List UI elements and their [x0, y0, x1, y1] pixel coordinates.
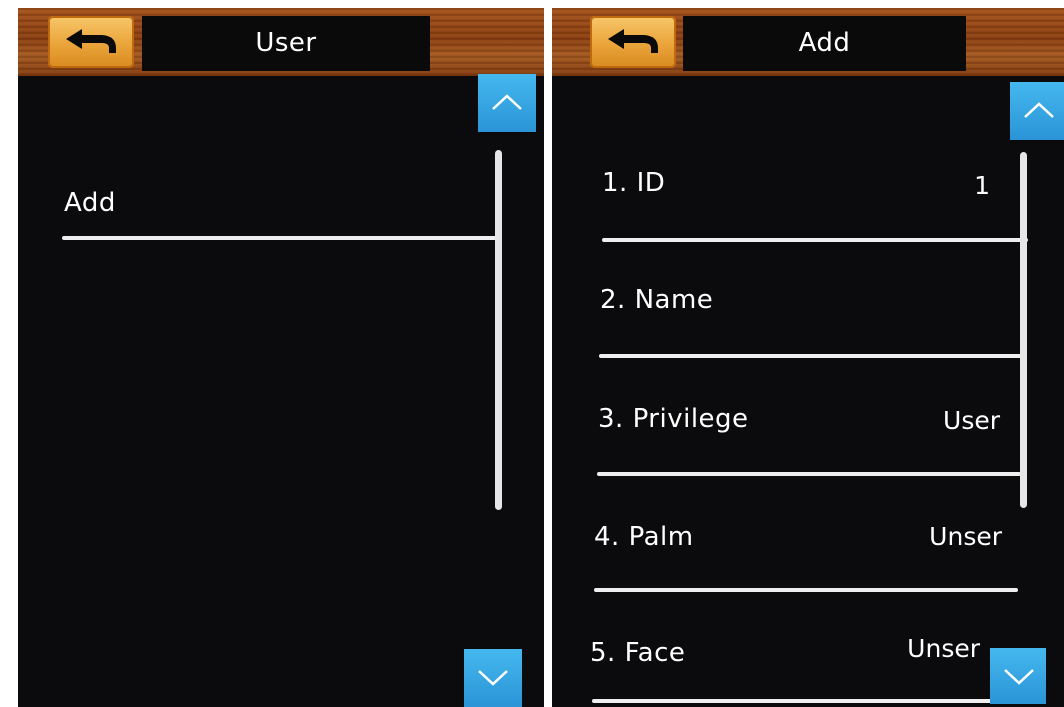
chevron-up-icon — [1024, 102, 1054, 118]
scroll-up-button[interactable] — [478, 74, 536, 132]
divider — [62, 236, 502, 240]
field-label: 2. Name — [600, 285, 714, 315]
chevron-up-icon — [492, 94, 522, 110]
user-menu-screen: User Add — [18, 8, 544, 707]
field-value: 1 — [974, 171, 990, 200]
field-value: User — [943, 406, 1000, 435]
field-value: Unser — [929, 522, 1002, 551]
field-label: 5. Face — [590, 638, 686, 668]
chevron-down-icon — [478, 670, 508, 686]
field-label: 1. ID — [602, 168, 666, 198]
scroll-down-button[interactable] — [990, 648, 1046, 704]
scrollbar[interactable] — [1020, 152, 1027, 508]
field-label: 3. Privilege — [598, 404, 749, 434]
divider — [594, 588, 1018, 592]
chevron-down-icon — [1004, 669, 1034, 685]
back-arrow-icon — [66, 29, 116, 53]
divider — [597, 472, 1021, 476]
field-label: 4. Palm — [594, 522, 694, 552]
page-title: User — [142, 16, 430, 71]
menu-item-label: Add — [64, 188, 116, 218]
back-arrow-icon — [608, 29, 658, 53]
divider — [592, 699, 1016, 703]
scrollbar[interactable] — [495, 150, 502, 510]
scroll-up-button[interactable] — [1010, 82, 1064, 140]
back-button[interactable] — [590, 16, 676, 68]
scroll-down-button[interactable] — [464, 649, 522, 707]
page-title: Add — [683, 16, 966, 71]
back-button[interactable] — [48, 16, 134, 68]
menu-item-add[interactable]: Add — [64, 188, 116, 218]
divider — [602, 238, 1028, 242]
field-value: Unser — [907, 634, 980, 663]
divider — [599, 354, 1024, 358]
add-user-screen: Add 1. ID 1 2. Name 3. Privilege User 4.… — [552, 8, 1064, 707]
